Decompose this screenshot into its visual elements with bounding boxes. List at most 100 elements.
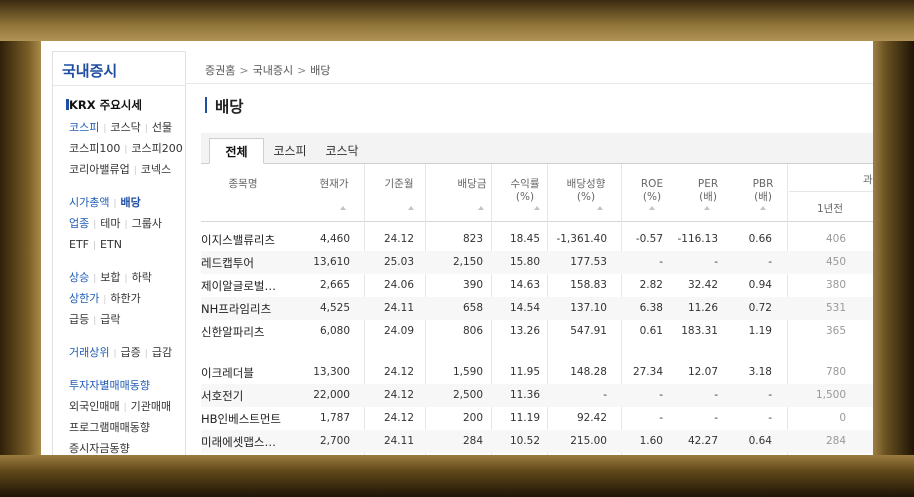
cell-name[interactable]: 이크레더블 <box>201 365 254 381</box>
col-per-header[interactable]: PER (배) <box>691 178 725 204</box>
col-pbr-label: PBR <box>752 178 774 190</box>
sidebar-item-plunge[interactable]: 급락 <box>100 313 120 326</box>
sidebar-item-kosdaq[interactable]: 코스닥 <box>110 121 140 134</box>
cell-payout: 137.10 <box>570 302 607 314</box>
col-past-group-header: 과 <box>789 164 873 192</box>
sort-arrow-icon[interactable] <box>760 206 766 210</box>
cell-per: - <box>714 389 718 401</box>
cell-roe: 27.34 <box>632 366 663 378</box>
divider: | <box>124 145 128 155</box>
sidebar-item-kospi200[interactable]: 코스피200 <box>131 142 182 155</box>
sidebar-title[interactable]: 국내증시 <box>53 52 185 86</box>
cell-pbr: 0.66 <box>748 233 772 245</box>
divider: | <box>124 274 128 284</box>
cell-1y-ago: 450 <box>825 256 846 268</box>
sidebar-item-fall[interactable]: 하락 <box>132 271 152 284</box>
sidebar-group1b-row: 업종 | 테마 | 그룹사 <box>69 213 185 234</box>
cell-name[interactable]: 서호전기 <box>201 388 243 404</box>
cell-roe: 2.82 <box>639 279 663 291</box>
cell-name[interactable]: NH프라임리츠 <box>201 301 271 317</box>
sort-arrow-icon[interactable] <box>340 206 346 210</box>
col-roe-unit: (%) <box>642 191 662 203</box>
sidebar-item-foreign[interactable]: 외국인매매 <box>69 400 120 413</box>
sidebar-item-theme[interactable]: 테마 <box>100 217 120 230</box>
table-row: 제이알글로벌… 2,665 24.06 390 14.63 158.83 2.82 32.42… <box>201 274 873 297</box>
cell-1y-ago: 531 <box>825 302 846 314</box>
sidebar-item-kospi[interactable]: 코스피 <box>69 121 99 134</box>
cell-1y-ago: 780 <box>825 366 846 378</box>
sort-arrow-icon[interactable] <box>649 206 655 210</box>
col-payout-header[interactable]: 배당성향 (%) <box>561 178 611 204</box>
sort-arrow-icon[interactable] <box>478 206 484 210</box>
cell-price: 2,700 <box>319 435 350 447</box>
sidebar-item-etn[interactable]: ETN <box>100 238 122 251</box>
sidebar-item-rise[interactable]: 상승 <box>69 271 89 284</box>
sidebar-item-investor-trends[interactable]: 투자자별매매동향 <box>69 379 150 392</box>
cell-name[interactable]: HB인베스트먼트 <box>201 411 281 427</box>
sidebar-group4-row: 외국인매매 | 기관매매 <box>69 396 185 417</box>
sidebar-item-upper-limit[interactable]: 상한가 <box>69 292 99 305</box>
cell-name[interactable]: 제이알글로벌… <box>201 278 276 294</box>
sidebar-item-program[interactable]: 프로그램매매동향 <box>69 421 150 434</box>
cell-base-month: 24.12 <box>383 366 414 378</box>
sidebar-item-volume-surge[interactable]: 급증 <box>121 346 141 359</box>
col-payout-label: 배당성향 <box>566 178 606 190</box>
col-price-header[interactable]: 현재가 <box>314 178 354 191</box>
col-1y-ago-header[interactable]: 1년전 <box>817 201 843 216</box>
sidebar-item-group[interactable]: 그룹사 <box>132 217 162 230</box>
col-roe-label: ROE <box>640 178 664 190</box>
table-row: 서호전기 22,000 24.12 2,500 11.36 - - - - 1,500 <box>201 384 873 407</box>
cell-name[interactable]: 이지스밸류리츠 <box>201 232 275 248</box>
table-row: NH프라임리츠 4,525 24.11 658 14.54 137.10 6.38 11.26… <box>201 297 873 320</box>
sidebar-item-sector[interactable]: 업종 <box>69 217 89 230</box>
cell-pbr: 0.72 <box>748 302 772 314</box>
cell-name[interactable]: 레드캡투어 <box>201 255 254 271</box>
divider: | <box>144 349 148 359</box>
sort-arrow-icon[interactable] <box>704 206 710 210</box>
sidebar-item-top-volume[interactable]: 거래상위 <box>69 346 109 359</box>
sort-arrow-icon[interactable] <box>534 206 540 210</box>
col-dividend-header[interactable]: 배당금 <box>452 178 492 191</box>
sidebar-item-etf[interactable]: ETF <box>69 238 89 251</box>
tab-kospi[interactable]: 코스피 <box>265 138 315 164</box>
sort-arrow-icon[interactable] <box>597 206 603 210</box>
cell-name[interactable]: 신한알파리츠 <box>201 324 264 340</box>
market-tabs: 전체 코스피 코스닥 <box>201 133 873 164</box>
sidebar-item-lower-limit[interactable]: 하한가 <box>110 292 140 305</box>
col-yield-header[interactable]: 수익률 (%) <box>505 178 545 204</box>
sidebar-item-market-cap[interactable]: 시가총액 <box>69 196 109 209</box>
sidebar-item-kospi100[interactable]: 코스피100 <box>69 142 120 155</box>
breadcrumb-domestic[interactable]: 국내증시 <box>253 64 293 77</box>
tab-all[interactable]: 전체 <box>209 138 264 164</box>
cell-payout: 158.83 <box>570 279 607 291</box>
divider: | <box>93 316 97 326</box>
col-pbr-header[interactable]: PBR (배) <box>746 178 780 204</box>
divider: | <box>93 241 97 251</box>
sidebar-group3-row: 거래상위 | 급증 | 급감 <box>69 342 185 363</box>
photo-frame-left <box>0 41 41 455</box>
sidebar-item-dividend[interactable]: 배당 <box>121 196 141 209</box>
sidebar-item-flat[interactable]: 보합 <box>100 271 120 284</box>
title-marker <box>205 97 207 113</box>
sort-arrow-icon[interactable] <box>408 206 414 210</box>
divider <box>621 164 622 222</box>
cell-yield: 11.19 <box>509 412 540 424</box>
sidebar-item-konex[interactable]: 코넥스 <box>141 163 171 176</box>
cell-name[interactable]: 미래에셋맵스… <box>201 434 276 450</box>
col-roe-header[interactable]: ROE (%) <box>637 178 667 204</box>
sidebar-item-volume-drop[interactable]: 급감 <box>152 346 172 359</box>
divider: | <box>123 403 127 413</box>
sidebar-krx-heading[interactable]: KRX 주요시세 <box>66 97 185 113</box>
divider <box>787 164 788 222</box>
tab-kosdaq[interactable]: 코스닥 <box>317 138 367 164</box>
sidebar-item-futures[interactable]: 선물 <box>152 121 172 134</box>
sidebar-item-surge[interactable]: 급등 <box>69 313 89 326</box>
cell-base-month: 24.11 <box>383 302 414 314</box>
breadcrumb-home[interactable]: 증권홈 <box>205 64 235 77</box>
sidebar-group4b-row: 프로그램매매동향 <box>69 417 185 438</box>
sidebar-item-funds[interactable]: 증시자금동향 <box>69 442 130 455</box>
col-base-month-header[interactable]: 기준월 <box>379 178 419 191</box>
sidebar-item-korea-valueup[interactable]: 코리아밸류업 <box>69 163 130 176</box>
sidebar-item-institution[interactable]: 기관매매 <box>131 400 171 413</box>
col-name-header[interactable]: 종목명 <box>225 178 261 191</box>
